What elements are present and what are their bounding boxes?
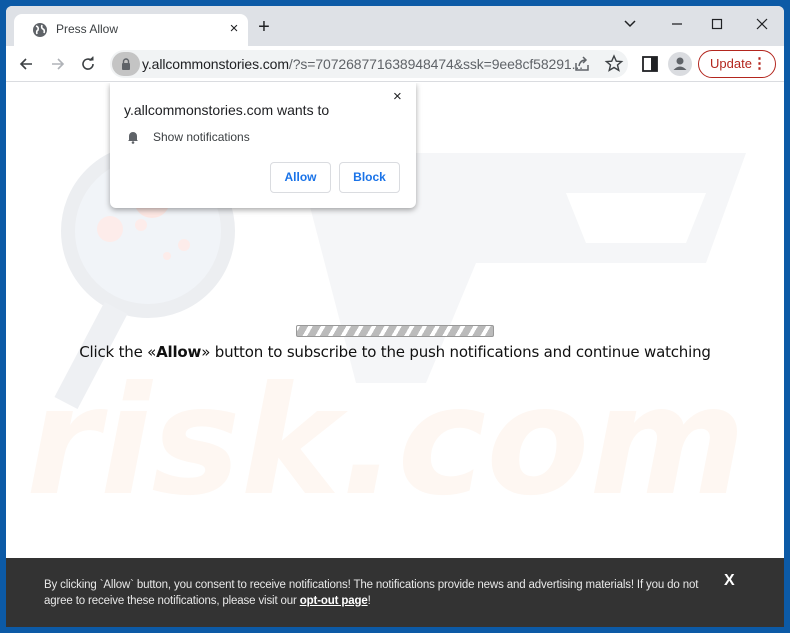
message-text: Click the « <box>79 343 157 361</box>
watermark-dot <box>97 216 123 242</box>
update-button[interactable]: Update ⋮ <box>698 50 776 78</box>
reload-button[interactable] <box>78 54 98 74</box>
consent-close-icon[interactable]: X <box>724 572 735 590</box>
forward-button[interactable] <box>48 54 68 74</box>
tab-close-icon[interactable]: × <box>226 20 242 38</box>
address-bar[interactable]: y.allcommonstories.com/?s=70726877163894… <box>110 50 628 78</box>
message-allow-emphasis: Allow <box>156 343 202 361</box>
block-button[interactable]: Block <box>339 162 400 193</box>
url-text[interactable]: y.allcommonstories.com/?s=70726877163894… <box>142 56 583 72</box>
tab-search-icon[interactable] <box>614 12 646 36</box>
toolbar: y.allcommonstories.com/?s=70726877163894… <box>6 46 784 82</box>
lock-icon <box>122 58 130 70</box>
person-icon <box>673 57 687 70</box>
tab-strip: Press Allow × + <box>6 6 784 46</box>
opt-out-link[interactable]: opt-out page <box>300 595 368 607</box>
globe-icon <box>33 23 47 37</box>
bell-icon <box>128 132 138 144</box>
loading-progress-bar <box>296 325 494 337</box>
bookmark-star-icon[interactable] <box>602 52 626 76</box>
tab-press-allow[interactable]: Press Allow × <box>14 14 248 46</box>
consent-text: By clicking `Allow` button, you consent … <box>44 577 724 609</box>
update-label: Update <box>710 56 752 71</box>
instruction-message: Click the «Allow» button to subscribe to… <box>6 343 784 361</box>
consent-bar: By clicking `Allow` button, you consent … <box>6 558 784 627</box>
notification-permission-popup: y.allcommonstories.com wants to × Show n… <box>110 83 416 208</box>
browser-window: Press Allow × + y.allcommonstories.com/?… <box>6 6 784 627</box>
new-tab-button[interactable]: + <box>254 17 274 38</box>
profile-avatar[interactable] <box>668 52 692 76</box>
url-host: y.allcommonstories.com <box>142 56 289 72</box>
watermark-risk-text: risk.com <box>26 355 746 529</box>
kebab-menu-icon[interactable]: ⋮ <box>752 51 767 76</box>
site-info-button[interactable] <box>112 52 140 76</box>
url-path: /?s=707268771638948474&ssk=9ee8cf58291..… <box>288 56 583 72</box>
maximize-button[interactable] <box>701 12 733 36</box>
back-button[interactable] <box>16 54 36 74</box>
permission-label: Show notifications <box>153 130 250 144</box>
window-close-button[interactable] <box>746 12 778 36</box>
side-panel-icon[interactable] <box>638 52 662 76</box>
minimize-button[interactable] <box>661 12 693 36</box>
share-icon[interactable] <box>570 52 594 76</box>
consent-body: By clicking `Allow` button, you consent … <box>44 579 699 607</box>
tab-title: Press Allow <box>56 22 119 36</box>
watermark-dot <box>135 219 147 231</box>
watermark-dot <box>163 252 171 260</box>
watermark-dot <box>178 239 190 251</box>
popup-close-icon[interactable]: × <box>393 88 402 105</box>
allow-button[interactable]: Allow <box>270 162 331 193</box>
popup-title: y.allcommonstories.com wants to <box>124 102 330 118</box>
consent-suffix: ! <box>367 595 371 607</box>
page-content: risk.com y.allcommonstories.com wants to… <box>6 83 784 558</box>
message-text: » button to subscribe to the push notifi… <box>201 343 711 361</box>
